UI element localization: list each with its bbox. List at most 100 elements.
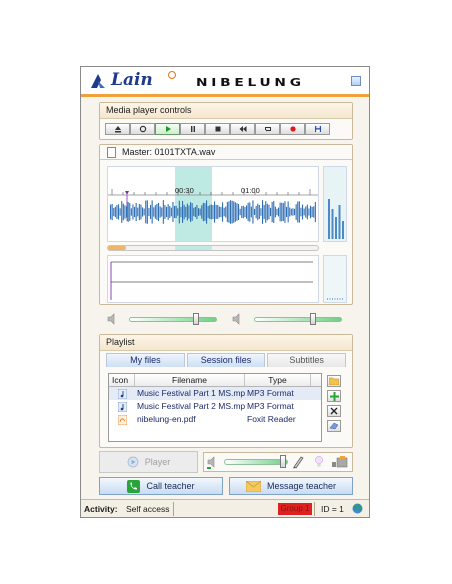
column-header-type[interactable]: Type xyxy=(245,374,311,386)
waveform-view[interactable]: 00:30 01:00 xyxy=(107,166,319,242)
waveform-bar xyxy=(284,201,286,223)
stop-icon xyxy=(215,126,220,132)
speaker-icon[interactable] xyxy=(107,313,119,325)
speaker-icon-right[interactable] xyxy=(232,313,244,325)
waveform-bar xyxy=(236,203,238,221)
camera-icon[interactable] xyxy=(332,456,348,468)
meter-bar xyxy=(342,221,344,239)
record-level-thumb[interactable] xyxy=(280,455,287,468)
waveform-bar xyxy=(214,201,216,223)
waveform-bar xyxy=(314,201,316,223)
student-track-view[interactable] xyxy=(107,255,319,303)
waveform-bar xyxy=(276,208,278,216)
waveform-bar xyxy=(246,205,248,219)
student-track-graphic xyxy=(110,261,313,300)
waveform-bar xyxy=(114,206,116,218)
meter-bar xyxy=(338,205,341,239)
eject-icon xyxy=(114,126,121,133)
playlist-panel: Playlist My files Session files Subtitle… xyxy=(99,334,353,448)
remove-file-button[interactable] xyxy=(327,405,341,417)
master-volume-thumb[interactable] xyxy=(192,313,199,325)
master-track-header: Master: 0101TXTA.wav xyxy=(100,145,352,160)
file-row[interactable]: Music Festival Part 1 MS.mp MP3 Format xyxy=(109,387,321,400)
master-track-label: Master: 0101TXTA.wav xyxy=(122,147,216,157)
media-controls-panel: Media player controls xyxy=(99,102,353,140)
student-volume-track[interactable] xyxy=(254,317,342,322)
add-file-button[interactable] xyxy=(327,390,341,402)
waveform-bar xyxy=(295,204,297,220)
edit-file-button[interactable] xyxy=(327,420,341,432)
student-volume-thumb[interactable] xyxy=(309,313,316,325)
file-name: Music Festival Part 2 MS.mp xyxy=(137,401,245,411)
tab-subtitles[interactable]: Subtitles xyxy=(267,353,347,367)
pen-icon[interactable] xyxy=(292,455,304,469)
waveform-bar xyxy=(294,208,296,216)
waveform-bar xyxy=(129,203,131,221)
loop-button[interactable] xyxy=(255,123,280,135)
open-folder-button[interactable] xyxy=(327,375,341,387)
waveform-bar xyxy=(206,200,208,224)
waveform-bar xyxy=(257,203,259,221)
waveform-bar xyxy=(154,205,156,219)
music-note-icon xyxy=(109,387,135,400)
call-teacher-button[interactable]: Call teacher xyxy=(99,477,223,495)
tab-my-files[interactable]: My files xyxy=(106,353,185,367)
record-button[interactable] xyxy=(280,123,305,135)
file-type: MP3 Format xyxy=(247,388,294,398)
waveform-bar xyxy=(110,204,112,220)
network-globe-icon[interactable] xyxy=(352,503,363,514)
waveform-bar xyxy=(292,208,294,216)
microphone-speaker-icon[interactable] xyxy=(207,456,219,469)
meter-bar xyxy=(328,199,330,239)
master-volume-track[interactable] xyxy=(129,317,217,322)
file-type: Foxit Reader xyxy=(247,414,296,424)
waveform-bar xyxy=(185,206,187,218)
waveform-bar xyxy=(311,206,313,217)
rewind-icon xyxy=(239,126,246,132)
play-button[interactable] xyxy=(155,123,180,135)
waveform-bar xyxy=(302,204,304,220)
file-row[interactable]: Music Festival Part 2 MS.mp MP3 Format xyxy=(109,400,321,413)
waveform-bar xyxy=(313,206,315,218)
stop-circle-button[interactable] xyxy=(130,123,155,135)
waveform-bar xyxy=(162,200,164,224)
waveform-bar xyxy=(170,207,172,217)
save-button[interactable] xyxy=(305,123,330,135)
master-level-meter xyxy=(323,166,347,242)
waveform-bar xyxy=(140,204,142,220)
waveform-scrollbar[interactable] xyxy=(107,245,319,251)
folder-icon xyxy=(329,377,339,385)
waveform-bar xyxy=(148,207,150,217)
media-controls-toolbar xyxy=(105,123,330,135)
waveform-bar xyxy=(180,206,182,218)
lightbulb-icon[interactable] xyxy=(314,455,324,469)
rewind-button[interactable] xyxy=(230,123,255,135)
eject-button[interactable] xyxy=(105,123,130,135)
stop-button[interactable] xyxy=(205,123,230,135)
player-label: Player xyxy=(144,457,171,467)
master-track-panel: Master: 0101TXTA.wav 00:30 01:00 xyxy=(99,144,353,305)
player-button[interactable]: Player xyxy=(99,451,198,473)
scroll-position-marker[interactable] xyxy=(108,246,126,250)
column-header-filename[interactable]: Filename xyxy=(135,374,245,386)
waveform-bar xyxy=(143,208,145,216)
tab-session-files[interactable]: Session files xyxy=(186,353,266,367)
waveform-bar xyxy=(250,206,252,218)
waveform-bar xyxy=(258,205,260,219)
record-level-track[interactable] xyxy=(224,459,288,465)
pause-button[interactable] xyxy=(180,123,205,135)
waveform-bar xyxy=(118,204,120,220)
waveform-bar xyxy=(263,204,265,220)
message-teacher-button[interactable]: Message teacher xyxy=(229,477,353,495)
title-accent-bar xyxy=(81,94,369,97)
file-list-header: Icon Filename Type xyxy=(109,374,321,387)
window-restore-button[interactable] xyxy=(351,76,361,86)
group-badge: Group 1 xyxy=(278,503,312,515)
file-row[interactable]: nibelung-en.pdf Foxit Reader xyxy=(109,413,321,426)
waveform-bar xyxy=(266,203,268,221)
activity-value: Self access xyxy=(126,504,170,514)
playhead-marker-icon[interactable] xyxy=(125,191,129,195)
waveform-bar xyxy=(126,206,128,218)
waveform-bar xyxy=(164,205,166,219)
column-header-icon[interactable]: Icon xyxy=(109,374,135,386)
